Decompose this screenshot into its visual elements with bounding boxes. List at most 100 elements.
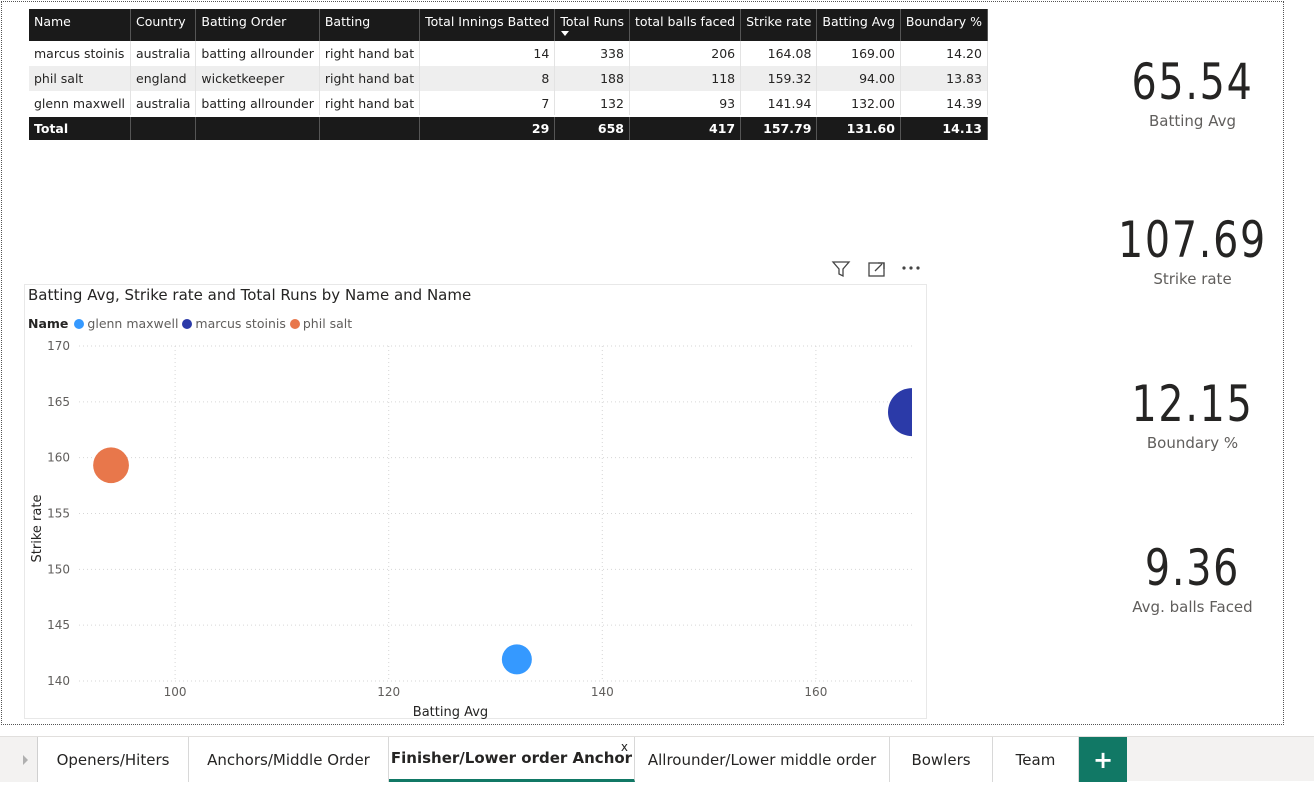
total-cell-balls-faced: 417 [629,115,742,140]
kpi-value: 65.54 [1131,53,1254,111]
tab-label: Finisher/Lower order Anchor [390,749,633,767]
cell-country: australia [130,41,197,66]
tab-scroll-arrows[interactable] [0,737,38,782]
column-header-total-runs[interactable]: Total Runs [554,9,630,41]
cell-balls-faced: 118 [629,66,742,91]
column-header-batting[interactable]: Batting [319,9,421,41]
kpi-batting-avg: 65.54 Batting Avg [1090,54,1295,130]
kpi-label: Boundary % [1146,434,1239,452]
cell-name: glenn maxwell [29,91,132,116]
cell-balls-faced: 206 [629,41,742,66]
y-axis-title: Strike rate [30,495,45,563]
batting-table: Name Country Batting Order Batting Total… [29,9,988,140]
cell-balls-faced: 93 [629,91,742,116]
cell-country: australia [130,91,197,116]
legend-item-marcus-stoinis[interactable]: marcus stoinis [182,316,286,331]
column-header-country[interactable]: Country [130,9,197,41]
column-header-total-innings[interactable]: Total Innings Batted [419,9,556,41]
tab-label: Openers/Hiters [56,750,170,769]
cell-country: england [130,66,197,91]
filter-icon[interactable] [830,258,852,280]
column-header-name[interactable]: Name [29,9,132,41]
tab-team[interactable]: Team [993,737,1079,782]
cell-total-innings: 14 [419,41,556,66]
sort-descending-icon [561,31,570,36]
visual-header [830,258,925,280]
x-tick-label: 140 [591,685,614,699]
tab-label: Bowlers [911,750,971,769]
y-tick-label: 155 [47,507,70,521]
legend-title: Name [28,316,69,331]
cell-total-runs: 338 [554,41,630,66]
cell-batting-order: batting allrounder [195,91,320,116]
cell-batting-order: wicketkeeper [195,66,320,91]
cell-boundary-pct: 13.83 [900,66,988,91]
report-canvas: Name Country Batting Order Batting Total… [0,0,1314,785]
cell-total-innings: 8 [419,66,556,91]
total-runs-header-label: Total Runs [560,14,624,29]
cell-batting-avg: 169.00 [816,41,901,66]
kpi-label: Batting Avg [1149,112,1236,130]
close-tab-icon[interactable]: x [621,740,628,754]
legend-label: glenn maxwell [87,316,179,331]
legend-item-glenn-maxwell[interactable]: glenn maxwell [74,316,178,331]
y-tick-label: 160 [47,451,70,465]
tab-openers-hiters[interactable]: Openers/Hiters [38,737,189,782]
column-header-batting-order[interactable]: Batting Order [195,9,320,41]
cell-name: marcus stoinis [29,41,132,66]
tab-finisher-lower-order-anchor[interactable]: Finisher/Lower order Anchor x [389,737,635,782]
column-header-batting-avg[interactable]: Batting Avg [816,9,901,41]
x-axis-title: Batting Avg [413,705,488,720]
bubble-glenn-maxwell[interactable] [501,644,532,675]
table-row[interactable]: marcus stoinis australia batting allrounde… [29,41,988,66]
total-cell-strike-rate: 157.79 [740,115,818,140]
bubble-marcus-stoinis[interactable] [888,388,924,437]
kpi-value: 107.69 [1117,211,1268,269]
cell-batting-order: batting allrounder [195,41,320,66]
total-cell-name: Total [29,115,132,140]
column-header-balls-faced[interactable]: total balls faced [629,9,742,41]
more-options-icon[interactable] [900,258,922,280]
cell-batting: right hand bat [319,91,421,116]
add-page-button[interactable]: + [1079,737,1127,782]
y-tick-label: 145 [47,618,70,632]
table-header-row: Name Country Batting Order Batting Total… [29,9,988,41]
tab-label: Anchors/Middle Order [207,750,370,769]
tab-allrounder-lower-middle-order[interactable]: Allrounder/Lower middle order [635,737,890,782]
y-tick-label: 140 [47,674,70,688]
y-tick-label: 165 [47,395,70,409]
total-cell-batting-order [195,115,320,140]
cell-strike-rate: 159.32 [740,66,818,91]
total-cell-batting [319,115,421,140]
legend-label: phil salt [302,316,353,331]
chart-legend: Name glenn maxwell marcus stoinis phil s… [28,316,356,331]
legend-item-phil-salt[interactable]: phil salt [289,316,353,331]
tab-label: Allrounder/Lower middle order [647,750,877,769]
table-row[interactable]: phil salt england wicketkeeper right hand b… [29,66,988,91]
x-tick-label: 160 [804,685,827,699]
cell-boundary-pct: 14.39 [900,91,988,116]
column-header-boundary-pct[interactable]: Boundary % [900,9,988,41]
tab-bowlers[interactable]: Bowlers [890,737,993,782]
column-header-strike-rate[interactable]: Strike rate [740,9,818,41]
scatter-plot: 140 145 150 155 160 165 170 100 120 140 160 Batting… [30,339,924,720]
total-cell-country [130,115,197,140]
kpi-avg-balls-faced: 9.36 Avg. balls Faced [1090,540,1295,616]
bubble-phil-salt[interactable] [93,447,129,484]
total-cell-boundary-pct: 14.13 [900,115,988,140]
focus-mode-icon[interactable] [866,258,888,280]
table-body: marcus stoinis australia batting allrounde… [29,41,988,116]
legend-dot [74,318,85,329]
table-row[interactable]: glenn maxwell australia batting allrounder… [29,91,988,116]
total-cell-total-runs: 658 [554,115,630,140]
kpi-value: 12.15 [1131,375,1254,433]
legend-dot [182,318,193,329]
y-tick-label: 170 [47,339,70,353]
cell-strike-rate: 164.08 [740,41,818,66]
cell-name: phil salt [29,66,132,91]
cell-strike-rate: 141.94 [740,91,818,116]
cell-batting: right hand bat [319,41,421,66]
table-total-row: Total 29 658 417 157.79 131.60 14.13 [29,115,988,140]
tab-anchors-middle-order[interactable]: Anchors/Middle Order [189,737,389,782]
total-cell-batting-avg: 131.60 [816,115,901,140]
